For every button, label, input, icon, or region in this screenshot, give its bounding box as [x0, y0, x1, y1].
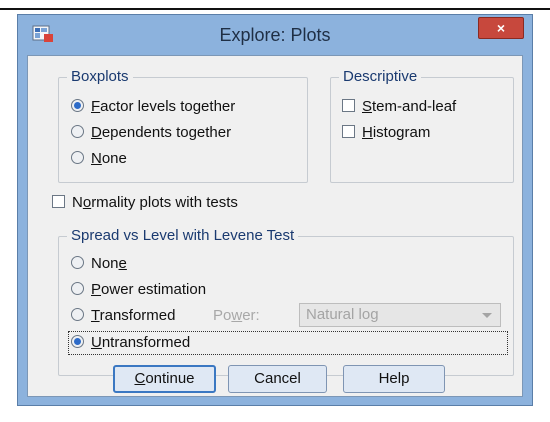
- chevron-down-icon: [482, 313, 492, 318]
- dependents-together-label: Dependents together: [91, 124, 232, 141]
- boxplots-legend: Boxplots: [67, 68, 133, 85]
- checkbox[interactable]: [52, 195, 65, 208]
- power-estimation-label: Power estimation: [91, 281, 207, 298]
- help-button[interactable]: Help: [343, 365, 445, 393]
- checkbox[interactable]: [342, 99, 355, 112]
- dialog-title: Explore: Plots: [219, 25, 331, 45]
- radio-button[interactable]: [71, 256, 84, 269]
- power-select[interactable]: Natural log: [299, 303, 501, 327]
- normality-plots-label: Normality plots with tests: [72, 194, 238, 211]
- continue-button[interactable]: Continue: [113, 365, 216, 393]
- power-select-value: Natural log: [306, 306, 379, 323]
- transformed-label: Transformed: [91, 307, 176, 324]
- power-label: Power:: [213, 307, 260, 324]
- close-button[interactable]: ×: [478, 17, 524, 39]
- factor-levels-label: Factor levels together: [91, 98, 236, 115]
- histogram-label: Histogram: [362, 124, 431, 141]
- checkbox[interactable]: [342, 125, 355, 138]
- radio-button[interactable]: [71, 125, 84, 138]
- radio-button[interactable]: [71, 282, 84, 295]
- radio-button-selected[interactable]: [71, 99, 84, 112]
- radio-button[interactable]: [71, 151, 84, 164]
- untransformed-label: Untransformed: [91, 334, 191, 351]
- radio-button[interactable]: [71, 308, 84, 321]
- spread-none-label: None: [91, 255, 127, 272]
- spread-vs-level-legend: Spread vs Level with Levene Test: [67, 227, 299, 244]
- descriptive-legend: Descriptive: [339, 68, 422, 85]
- dialog-body: Boxplots Factor levels together Dependen…: [27, 55, 523, 397]
- stem-and-leaf-label: Stem-and-leaf: [362, 98, 457, 115]
- cancel-button[interactable]: Cancel: [228, 365, 327, 393]
- title-bar: Explore: Plots ×: [18, 15, 532, 55]
- boxplots-none-label: None: [91, 150, 127, 167]
- top-rule: [0, 8, 550, 10]
- explore-plots-dialog: Explore: Plots × Boxplots Factor levels …: [17, 14, 533, 406]
- radio-button-selected[interactable]: [71, 335, 84, 348]
